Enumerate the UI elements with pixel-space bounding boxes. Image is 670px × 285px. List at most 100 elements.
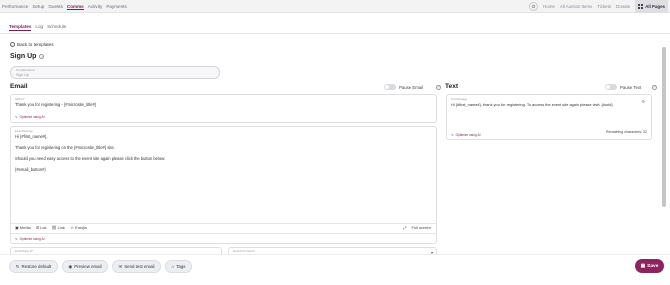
preview-email-button[interactable]: ◉ Preview email — [62, 260, 108, 273]
optimize-ai-message-button[interactable]: ✎ Optimize using AI — [15, 237, 44, 241]
nav-performance[interactable]: Performance — [2, 4, 28, 9]
link-icon: ⛓ — [51, 225, 57, 230]
emojis-label: Emojis — [75, 225, 88, 230]
save-icon: ▣ — [640, 263, 646, 269]
page-title: Sign Up ? — [10, 53, 45, 60]
nav-all-auction-items[interactable]: All Auction Items — [560, 4, 592, 9]
nav-tickets[interactable]: Tickets — [597, 4, 611, 9]
optimize-label: Optimize using AI — [19, 237, 45, 241]
nav-payments[interactable]: Payments — [106, 4, 126, 9]
tag-icon: ⌂ — [171, 264, 175, 269]
back-label: Back to templates — [17, 42, 54, 47]
top-right-nav: Home All Auction Items Tickets Donate Al… — [529, 0, 670, 13]
send-test-label: Send test email — [124, 264, 155, 269]
save-button[interactable]: ▣ Save — [635, 259, 664, 273]
tags-button[interactable]: ⌂ Tags — [165, 260, 192, 273]
eye-icon: ◉ — [68, 263, 73, 269]
email-line: {#email_button#} — [15, 167, 46, 172]
email-line: Thank you for registering on the {#micro… — [15, 145, 115, 150]
optimize-label: Optimize using AI — [19, 115, 45, 119]
optimize-ai-text-button[interactable]: ✎ Optimize using AI — [451, 133, 480, 137]
nav-activity[interactable]: Activity — [88, 4, 103, 9]
back-to-templates-link[interactable]: ← Back to templates — [10, 42, 54, 47]
magic-wand-icon: ✎ — [15, 237, 18, 241]
optimize-ai-subject-button[interactable]: ✎ Optimize using AI — [15, 115, 44, 119]
remaining-characters: Remaining characters: 32 — [606, 130, 647, 134]
email-section-title: Email — [10, 83, 28, 90]
pause-text-toggle[interactable] — [605, 84, 617, 90]
nav-home[interactable]: Home — [543, 4, 555, 9]
toolbar-divider — [11, 233, 436, 234]
media-button[interactable]: ▣ Media — [15, 225, 31, 230]
email-message-box[interactable]: Email Message Hi {#first_name#}, Thank y… — [10, 126, 437, 244]
all-pages-label: All Pages — [645, 4, 665, 9]
text-message-value: Hi {#first_name#}, thank you for registe… — [451, 102, 613, 107]
page-scrollbar[interactable] — [662, 35, 666, 245]
page-title-text: Sign Up — [10, 53, 37, 60]
reply-to-label: Email Reply To* — [15, 250, 34, 253]
settings-icon[interactable] — [529, 2, 539, 11]
send-test-email-button[interactable]: ✉ Send test email — [112, 260, 161, 273]
image-icon: ▣ — [15, 225, 19, 230]
help-icon[interactable]: ? — [436, 84, 442, 90]
pause-email-toggle-group: Pause Email ? — [384, 84, 442, 90]
magic-wand-icon: ✎ — [451, 133, 454, 137]
template-name-value: Sign Up — [16, 73, 29, 77]
magic-wand-icon: ✎ — [15, 115, 18, 119]
emoji-icon: ☺ — [69, 225, 75, 230]
gear-icon[interactable]: ⚙ — [641, 99, 645, 104]
email-subject-box[interactable]: Subject* Thank you for registering - {#m… — [10, 94, 437, 123]
restore-default-button[interactable]: ↻ Restore default — [9, 260, 58, 273]
link-label: Link — [57, 225, 65, 230]
envelope-icon: ✉ — [118, 263, 123, 269]
tab-templates[interactable]: Templates — [9, 24, 32, 31]
scroll-thumb[interactable] — [662, 47, 666, 207]
optimize-label: Optimize using AI — [455, 133, 481, 137]
pause-text-label: Pause Text — [620, 84, 642, 90]
subject-label: Subject* — [15, 98, 25, 101]
tab-schedule[interactable]: Schedule — [47, 24, 66, 31]
all-pages-button[interactable]: All Pages — [635, 0, 668, 13]
save-label: Save — [647, 263, 659, 269]
help-icon[interactable]: ? — [39, 54, 45, 59]
toolbar-divider — [11, 223, 436, 224]
tab-log[interactable]: Log — [35, 24, 43, 31]
expand-icon: ⤢ — [403, 225, 407, 230]
text-message-label: Text Message — [451, 98, 468, 101]
list-button[interactable]: ☰ List — [36, 225, 47, 230]
email-line: Hi {#first_name#}, — [15, 134, 48, 139]
nav-comms[interactable]: Comms — [66, 4, 84, 10]
fullscreen-button[interactable]: ⤢ Full screen — [403, 225, 431, 230]
media-label: Media — [19, 225, 31, 230]
template-name-field[interactable]: Template Name* Sign Up — [10, 66, 220, 79]
fullscreen-label: Full screen — [411, 225, 431, 230]
divider — [0, 33, 670, 34]
pause-email-toggle[interactable] — [384, 84, 396, 90]
restore-label: Restore default — [21, 264, 52, 269]
top-bar: Performance Setup Guests Comms Activity … — [0, 0, 670, 13]
grid-icon — [638, 4, 644, 9]
nav-guests[interactable]: Guests — [48, 4, 63, 9]
arrow-left-icon: ← — [10, 42, 15, 47]
from-name-label: Email From Name* — [233, 250, 255, 253]
emojis-button[interactable]: ☺ Emojis — [70, 225, 87, 230]
text-message-box[interactable]: Text Message Hi {#first_name#}, thank yo… — [446, 94, 652, 140]
help-icon[interactable]: ? — [652, 84, 658, 90]
template-name-label: Template Name* — [16, 69, 36, 72]
email-editor-toolbar: ▣ Media ☰ List ⛓ Link ☺ Emojis — [15, 225, 87, 230]
refresh-icon: ↻ — [15, 263, 20, 269]
list-label: List — [40, 225, 47, 230]
email-line: Should you need easy access to the event… — [15, 156, 166, 161]
main-nav: Performance Setup Guests Comms Activity … — [2, 0, 127, 13]
pause-email-label: Pause Email — [399, 84, 424, 90]
comms-subtabs: Templates Log Schedule — [9, 24, 66, 31]
list-icon: ☰ — [35, 225, 40, 230]
text-section-title: Text — [445, 83, 459, 90]
nav-donate[interactable]: Donate — [616, 4, 630, 9]
link-button[interactable]: ⛓ Link — [52, 225, 65, 230]
tags-label: Tags — [176, 264, 186, 269]
nav-setup[interactable]: Setup — [32, 4, 44, 9]
preview-label: Preview email — [74, 264, 102, 269]
subject-value: Thank you for registering - {#microsite_… — [15, 102, 97, 107]
pause-text-toggle-group: Pause Text ? — [605, 84, 658, 90]
